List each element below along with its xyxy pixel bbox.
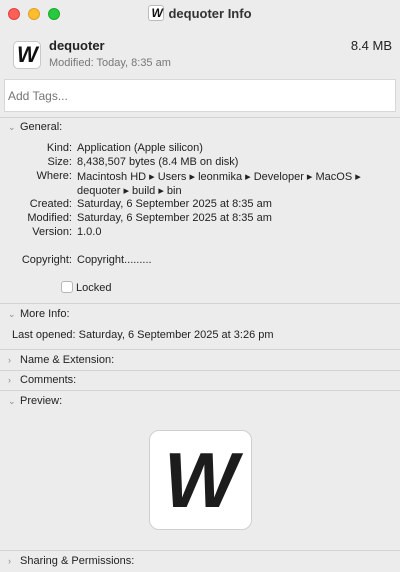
divider (0, 370, 400, 371)
modified-value: Saturday, 6 September 2025 at 8:35 am (77, 212, 272, 224)
where-path-line2: dequoter ▸ build ▸ bin (77, 185, 182, 197)
chevron-down-icon: ⌄ (8, 122, 16, 132)
section-general-toggle[interactable]: ⌄ General: (8, 121, 62, 133)
copyright-value: Copyright......... (77, 254, 152, 266)
version-value: 1.0.0 (77, 226, 102, 238)
chevron-right-icon: › (8, 556, 11, 566)
divider (0, 303, 400, 304)
modified-summary: Modified: Today, 8:35 am (49, 57, 171, 69)
tags-input[interactable] (4, 79, 396, 112)
chevron-right-icon: › (8, 375, 11, 385)
size-value: 8,438,507 bytes (8.4 MB on disk) (77, 156, 239, 168)
divider (0, 117, 400, 118)
chevron-right-icon: › (8, 355, 11, 365)
chevron-down-icon: ⌄ (8, 309, 16, 319)
modified-label: Modified: (27, 212, 72, 224)
created-label: Created: (29, 198, 72, 210)
info-window: Wdequoter Info W dequoter 8.4 MB Modifie… (0, 0, 400, 572)
last-opened-value: Last opened: Saturday, 6 September 2025 … (12, 329, 274, 341)
where-path-line1: Macintosh HD ▸ Users ▸ leonmika ▸ Develo… (77, 171, 361, 183)
kind-value: Application (Apple silicon) (77, 142, 203, 154)
size-label: Size: (47, 156, 72, 168)
app-size: 8.4 MB (350, 38, 392, 53)
locked-label[interactable]: Locked (76, 282, 111, 294)
where-label: Where: (36, 170, 72, 182)
version-label: Version: (32, 226, 72, 238)
section-more-info-toggle[interactable]: ⌄ More Info: (8, 308, 70, 320)
locked-checkbox[interactable] (61, 281, 73, 293)
section-name-extension-toggle[interactable]: › Name & Extension: (8, 354, 114, 366)
preview-image: W (149, 430, 252, 530)
copyright-label: Copyright: (21, 254, 72, 266)
divider (0, 349, 400, 350)
created-value: Saturday, 6 September 2025 at 8:35 am (77, 198, 272, 210)
section-preview-toggle[interactable]: ⌄ Preview: (8, 395, 62, 407)
window-title-group: Wdequoter Info (0, 5, 400, 21)
divider (0, 550, 400, 551)
kind-label: Kind: (46, 142, 72, 154)
section-comments-toggle[interactable]: › Comments: (8, 374, 76, 386)
section-sharing-permissions-toggle[interactable]: › Sharing & Permissions: (8, 555, 134, 567)
chevron-down-icon: ⌄ (8, 396, 16, 406)
app-w-icon[interactable]: W (13, 41, 41, 69)
app-w-icon: W (148, 5, 165, 21)
divider (0, 390, 400, 391)
window-title: dequoter Info (168, 6, 252, 21)
title-bar[interactable]: Wdequoter Info (0, 0, 400, 28)
app-name: dequoter (49, 38, 105, 53)
